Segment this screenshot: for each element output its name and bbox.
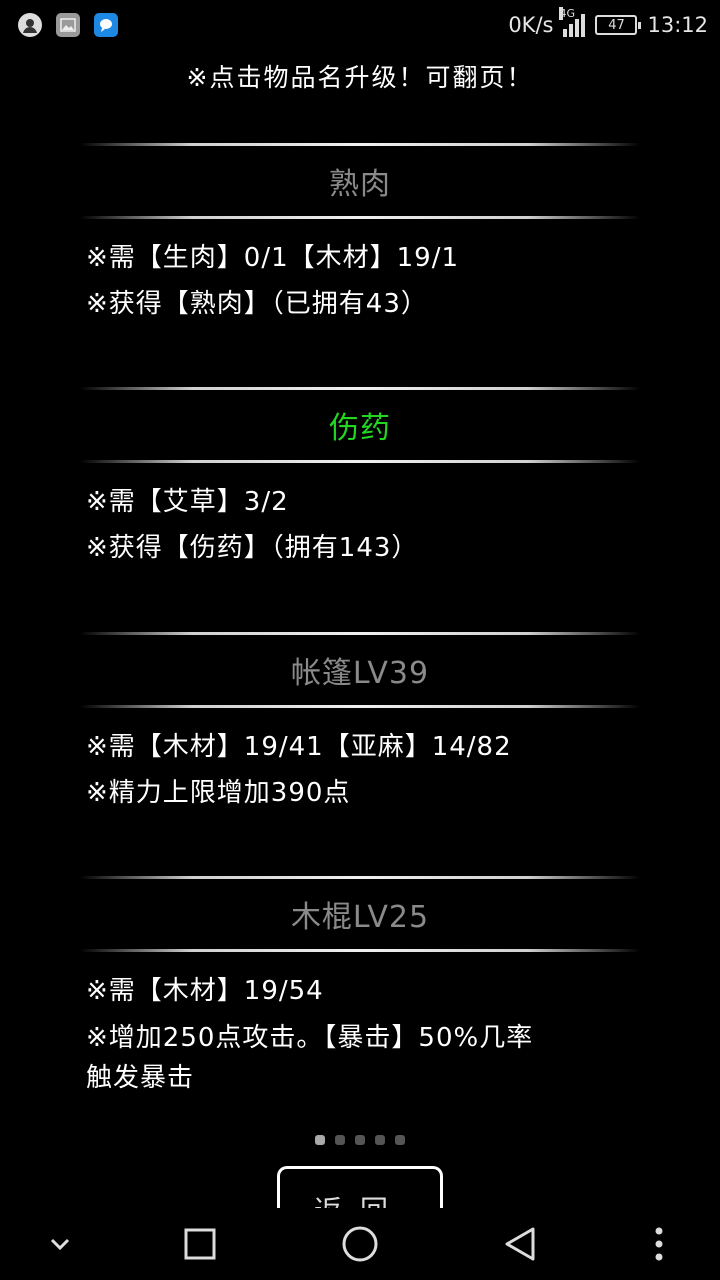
page-dot[interactable] <box>375 1135 385 1145</box>
effect-text: ※增加250点攻击。【暴击】50%几率 <box>86 1023 534 1053</box>
page-dot[interactable] <box>395 1135 405 1145</box>
effect-text-continued: 触发暴击 <box>86 1063 195 1093</box>
page-dot[interactable] <box>335 1135 345 1145</box>
battery-level: 47 <box>608 17 625 33</box>
clock: 13:12 <box>647 13 708 37</box>
item-section: 伤药 ※需【艾草】3/2 ※获得【伤药】（拥有143） <box>80 387 640 571</box>
net-speed: 0K/s <box>508 13 554 37</box>
system-nav-bar <box>0 1208 720 1280</box>
page-dot[interactable] <box>315 1135 325 1145</box>
requirement-text: ※需【生肉】0/1【木材】19/1 <box>86 243 460 273</box>
network-type: 4G <box>559 7 575 20</box>
item-section: 帐篷LV39 ※需【木材】19/41【亚麻】14/82 ※精力上限增加390点 <box>80 632 640 816</box>
status-bar: 0K/s 4G 47 13:12 <box>0 0 720 50</box>
requirement-text: ※需【木材】19/41【亚麻】14/82 <box>86 732 512 762</box>
chat-icon <box>94 13 118 37</box>
reward-text: ※获得【伤药】（拥有143） <box>86 533 419 563</box>
effect-text: ※精力上限增加390点 <box>86 778 351 808</box>
requirement-text: ※需【木材】19/54 <box>86 976 324 1006</box>
page-dot[interactable] <box>355 1135 365 1145</box>
gallery-icon <box>56 13 80 37</box>
more-dots-icon[interactable] <box>644 1222 674 1266</box>
avatar-icon <box>18 13 42 37</box>
chevron-down-icon[interactable] <box>44 1228 76 1260</box>
page-indicator <box>0 1135 720 1145</box>
battery-icon: 47 <box>595 15 642 35</box>
requirement-text: ※需【艾草】3/2 <box>86 487 289 517</box>
home-circle-icon[interactable] <box>338 1222 382 1266</box>
back-triangle-icon[interactable] <box>498 1222 542 1266</box>
item-section: 熟肉 ※需【生肉】0/1【木材】19/1 ※获得【熟肉】（已拥有43） <box>80 143 640 327</box>
instruction-header: ※点击物品名升级！可翻页！ <box>186 63 534 92</box>
item-name-button[interactable]: 帐篷LV39 <box>80 635 640 705</box>
notification-icons <box>18 13 118 37</box>
recents-square-icon[interactable] <box>180 1224 220 1264</box>
signal-icon: 4G <box>559 7 586 37</box>
reward-text: ※获得【熟肉】（已拥有43） <box>86 289 428 319</box>
item-name-button[interactable]: 伤药 <box>80 390 640 460</box>
item-name-button[interactable]: 熟肉 <box>80 146 640 216</box>
item-name-button[interactable]: 木棍LV25 <box>80 879 640 949</box>
item-section: 木棍LV25 ※需【木材】19/54 ※增加250点攻击。【暴击】50%几率 触… <box>80 876 640 1098</box>
